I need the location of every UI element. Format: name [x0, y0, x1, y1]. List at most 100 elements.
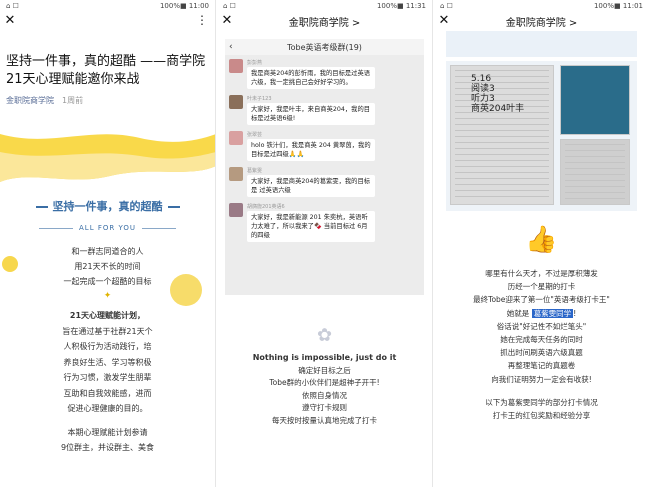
article-meta: 金职院商学院 1周前 — [0, 89, 215, 112]
close-icon[interactable]: ✕ — [0, 11, 20, 31]
plan-line: 促进心理健康的目的。 — [67, 404, 148, 413]
status-bar: ⌂ ☐ 100%■ 11:31 — [217, 0, 432, 11]
summary-line: 依照自身情况 — [302, 390, 347, 400]
chat-group-name: Tobe英语考级群(19) — [287, 42, 362, 52]
plan-line: 人积极行为活动践行，培 — [63, 342, 152, 351]
chat-message: 胡旖旎201英语6 大家好，我是新能源 201 朱奕杭，英语听力太难了，所以我来… — [229, 203, 420, 242]
status-time: 100%■ 11:31 — [376, 1, 426, 10]
app-screenshot-photo — [560, 65, 630, 135]
plan-line: 行为习惯，激发学生朋辈 — [63, 373, 152, 382]
status-time: 100%■ 11:01 — [593, 1, 643, 10]
story-line: 俗话说"好记性不如烂笔头" — [496, 321, 587, 331]
nav-bar: ✕ 金职院商学院 > — [217, 11, 432, 31]
phone-article: ⌂ ☐ 100%■ 11:00 ✕ ⋮ 坚持一件事，真的超酷 ——商学院21天心… — [0, 0, 216, 487]
yellow-wave-banner — [0, 134, 215, 182]
article-title: 坚持一件事，真的超酷 ——商学院21天心理赋能邀你来战 — [6, 54, 206, 87]
story-line: 她在完成每天任务的同时 — [500, 335, 583, 345]
avatar — [229, 167, 243, 181]
plan-line: 旨在通过基于社群21天个 — [62, 326, 153, 336]
story-line: 打卡王的红包奖励和经验分享 — [492, 411, 591, 421]
status-right: 100%■ 11:00 — [160, 2, 209, 10]
nav-title[interactable]: 金职院商学院 > — [434, 14, 649, 29]
caption-line: 阅读3 — [471, 84, 495, 94]
winner-story: 哪里有什么天才，不过是厚积薄发 历经一个星期的打卡 最终Tobe迎来了第一位"英… — [434, 267, 649, 422]
caption-line: 5.16 — [471, 74, 492, 84]
intro-line: 用21天不长的时间 — [74, 262, 141, 271]
photo-caption: 5.16 阅读3 听力3 商英204叶丰 — [471, 74, 524, 114]
sender-name: 张翠芸 — [247, 132, 263, 138]
avatar — [229, 95, 243, 109]
nav-title[interactable]: 金职院商学院 > — [217, 14, 432, 29]
message-bubble: 大家好，我是商英204的葛紫雯，我的目标是 过英语六级 — [247, 175, 375, 197]
summary-line: 遵守打卡规则 — [302, 403, 347, 412]
summary-line: Tobe群的小伙伴们是超神子开干! — [269, 378, 380, 387]
phone-checkin: ⌂ ☐ 100%■ 11:01 ✕ 金职院商学院 > 5.16 阅读3 听力3 … — [434, 0, 649, 487]
message-bubble: 大家好，我是叶丰，来自商英204，我的目标是过英语6级! — [247, 103, 375, 125]
highlight-line: 她就是 葛紫雯同学! — [434, 307, 649, 320]
highlight-prefix: 她就是 — [506, 308, 530, 318]
plan-line: 21天心理赋能计划， — [69, 311, 146, 320]
story-line: 最终Tobe迎来了第一位"英语考级打卡王" — [473, 295, 610, 305]
intro-block: 和一群志同道合的人 用21天不长的时间 一起完成一个超酷的目标 ✦ — [0, 244, 215, 306]
chat-summary: Nothing is impossible, just do it 确定好目标之… — [217, 352, 432, 427]
summary-line: 每天按时按量认真地完成了打卡 — [272, 415, 377, 425]
caption-line: 听力3 — [471, 94, 495, 104]
notes-photo — [560, 139, 630, 205]
message-bubble: 大家好，我是新能源 201 朱奕杭，英语听力太难了，所以我来了🍫 当前目标过 6… — [247, 211, 375, 242]
article-author-link[interactable]: 金职院商学院 — [6, 95, 54, 106]
story-line: 再整理笔记的真题卷 — [507, 361, 576, 371]
chat-message: 葛紫雯 大家好，我是商英204的葛紫雯，我的目标是 过英语六级 — [229, 167, 420, 197]
plan-paragraph: 21天心理赋能计划， 旨在通过基于社群21天个 人积极行为活动践行，培 养良好生… — [0, 308, 215, 456]
hero-subheading: ALL FOR YOU — [0, 224, 215, 232]
highlight-suffix: ! — [573, 308, 577, 318]
tail-line: 本期心理赋能计划参请 — [67, 427, 148, 437]
chat-header: ‹ Tobe英语考级群(19) — [225, 39, 424, 55]
story-line: 历经一个星期的打卡 — [507, 282, 576, 292]
sender-name: 胡旖旎201英语6 — [247, 204, 285, 210]
chat-message: 叶未子123 大家好，我是叶丰，来自商英204，我的目标是过英语6级! — [229, 95, 420, 125]
story-line: 以下为葛紫雯同学的部分打卡情况 — [485, 397, 598, 407]
status-bar: ⌂ ☐ 100%■ 11:00 — [0, 0, 215, 11]
story-line: 哪里有什么天才，不过是厚积薄发 — [485, 269, 598, 278]
status-left: ⌂ ☐ — [6, 1, 19, 10]
status-time: 100%■ 11:00 — [159, 1, 209, 10]
sender-name: 叶未子123 — [247, 96, 272, 102]
back-icon[interactable]: ‹ — [229, 42, 233, 52]
hero-subheading-text: ALL FOR YOU — [79, 224, 136, 232]
hero-heading-text: 坚持一件事，真的超酷 — [52, 200, 163, 213]
more-icon[interactable]: ⋮ — [196, 13, 209, 27]
story-line: 抓出时间刷英语六级真题 — [500, 348, 583, 358]
nav-bar: ✕ 金职院商学院 > — [434, 11, 649, 31]
sender-name: 彭彭燕 — [247, 60, 263, 66]
phone-chat: ⌂ ☐ 100%■ 11:31 ✕ 金职院商学院 > ‹ Tobe英语考级群(1… — [217, 0, 433, 487]
message-bubble: holo 铁汁们，我是商英 204 黄翠茵，我的目标是过四级🙏🙏 — [247, 139, 375, 161]
summary-line: Nothing is impossible, just do it — [252, 353, 397, 362]
tail-line: 9位群主，并设群主、美食 — [60, 443, 155, 452]
status-left: ⌂ ☐ — [440, 1, 453, 10]
chat-message: 张翠芸 holo 铁汁们，我是商英 204 黄翠茵，我的目标是过四级🙏🙏 — [229, 131, 420, 161]
article-time: 1周前 — [62, 96, 84, 105]
checkin-photos: 5.16 阅读3 听力3 商英204叶丰 — [446, 61, 637, 211]
summary-line: 确定好目标之后 — [298, 365, 351, 375]
chat-area: 彭彭燕 我是商英204的彭忻雨，我的目标是过英语六级，我一定挑自己会好好学习的。… — [225, 55, 424, 295]
plan-line: 互助和自我效能感，进而 — [63, 388, 152, 398]
message-bubble: 我是商英204的彭忻雨，我的目标是过英语六级，我一定挑自己会好好学习的。 — [247, 67, 375, 89]
status-left: ⌂ ☐ — [223, 1, 236, 10]
intro-line: 和一群志同道合的人 — [71, 247, 144, 256]
caption-line: 商英204叶丰 — [471, 104, 525, 114]
close-icon[interactable]: ✕ — [217, 11, 237, 31]
avatar — [229, 59, 243, 73]
thumbs-up-icon: 👍 — [525, 225, 558, 255]
chat-message: 彭彭燕 我是商英204的彭忻雨，我的目标是过英语六级，我一定挑自己会好好学习的。 — [229, 59, 420, 89]
notebook-photo: 5.16 阅读3 听力3 商英204叶丰 — [450, 65, 554, 205]
top-panel — [446, 31, 637, 57]
avatar — [229, 131, 243, 145]
highlight-name: 葛紫雯同学 — [531, 308, 574, 318]
status-bar: ⌂ ☐ 100%■ 11:01 — [434, 0, 649, 11]
close-icon[interactable]: ✕ — [434, 11, 454, 31]
avatar — [229, 203, 243, 217]
story-line: 向我们证明努力一定会有收获! — [491, 374, 592, 384]
decor-circle — [2, 256, 18, 272]
plan-line: 养良好生活、学习等积极 — [63, 357, 152, 367]
